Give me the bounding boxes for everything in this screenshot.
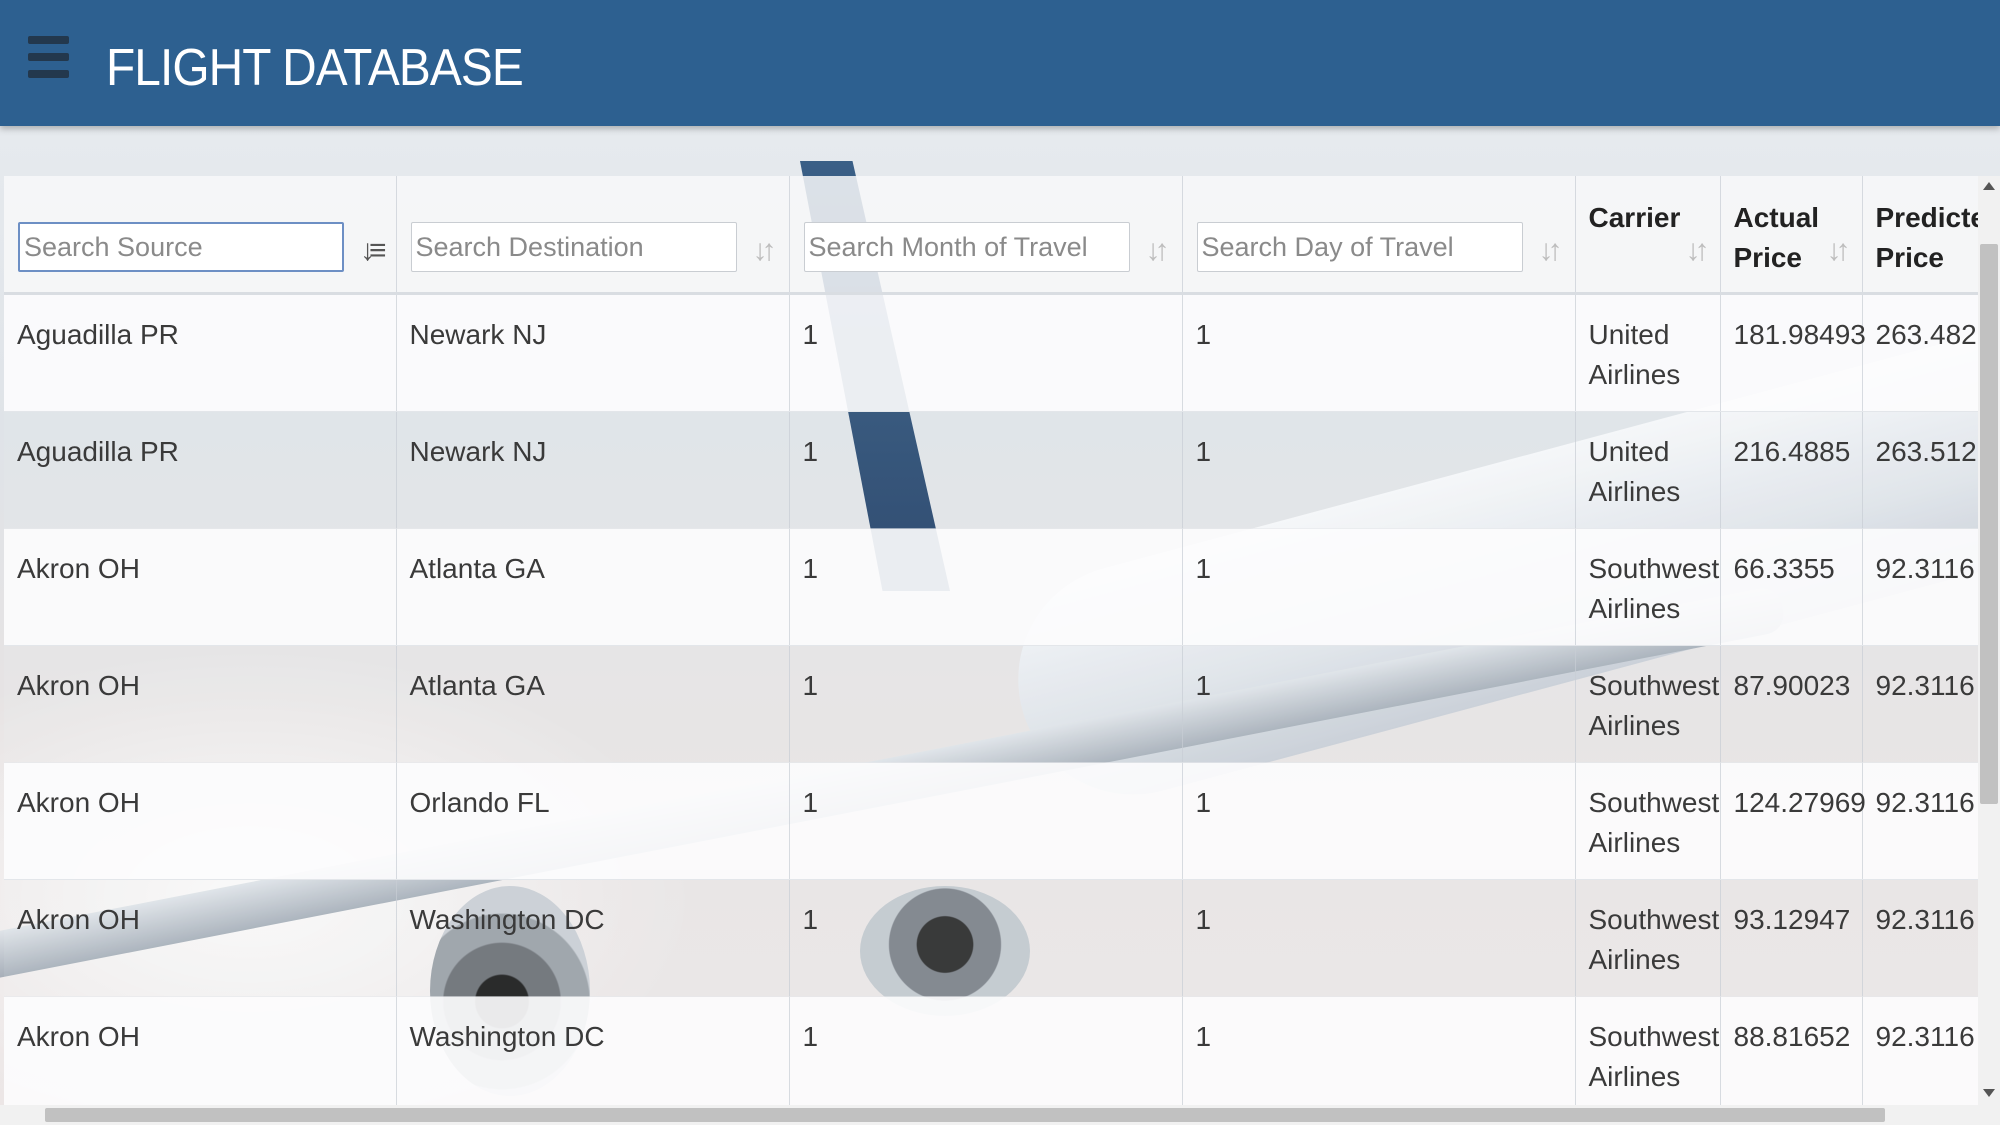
search-destination-input[interactable]	[410, 222, 737, 272]
cell-predicted-price: 92.3116	[1875, 787, 1975, 818]
cell-day: 1	[1195, 670, 1212, 701]
cell-predicted-price: 92.3116	[1875, 904, 1975, 935]
search-month-input[interactable]	[803, 222, 1130, 272]
cell-predicted-price: 263.5129	[1875, 436, 1979, 467]
cell-carrier: Southwest Airlines	[1588, 1021, 1720, 1092]
cell-month: 1	[802, 670, 819, 701]
scroll-up-icon[interactable]	[1983, 182, 1995, 190]
cell-source: Aguadilla PR	[17, 319, 179, 350]
table-row[interactable]: Akron OH Washington DC 1 1 Southwest Airl…	[4, 879, 1978, 997]
table-row[interactable]: Aguadilla PR Newark NJ 1 1 United Airline…	[4, 293, 1979, 412]
cell-destination: Atlanta GA	[409, 553, 545, 584]
cell-destination: Washington DC	[409, 1021, 605, 1052]
scroll-down-icon[interactable]	[1983, 1089, 1995, 1097]
search-source-input[interactable]	[18, 222, 344, 272]
cell-carrier: Southwest Airlines	[1588, 670, 1720, 741]
cell-day: 1	[1195, 904, 1212, 935]
cell-actual-price: 88.81652	[1733, 1021, 1851, 1052]
column-header-predicted-price[interactable]: PredictedPrice	[1862, 176, 1979, 295]
cell-actual-price: 87.90023	[1733, 670, 1851, 701]
cell-day: 1	[1195, 787, 1212, 818]
cell-month: 1	[802, 553, 819, 584]
cell-source: Akron OH	[17, 553, 140, 584]
cell-actual-price: 216.4885	[1733, 436, 1851, 467]
cell-day: 1	[1195, 553, 1212, 584]
table-row[interactable]: Akron OH Atlanta GA 1 1 Southwest Airline…	[4, 645, 1978, 763]
cell-day: 1	[1195, 319, 1212, 350]
cell-source: Akron OH	[17, 787, 140, 818]
sort-arrows-icon[interactable]: ↓↑	[1686, 236, 1714, 270]
cell-predicted-price: 92.3116	[1875, 670, 1975, 701]
sort-arrows-icon[interactable]: ↓↑	[1539, 236, 1567, 270]
cell-carrier: Southwest Airlines	[1588, 553, 1720, 624]
horizontal-scroll-thumb[interactable]	[45, 1108, 1885, 1122]
table-row[interactable]: Akron OH Orlando FL 1 1 Southwest Airline…	[4, 762, 1978, 880]
sort-arrows-icon[interactable]: ↓↑	[1146, 236, 1174, 270]
table-header-row: ↓≡ ↓↑ ↓↑ ↓↑ Carrier ↓↑	[4, 176, 1979, 295]
cell-month: 1	[802, 1021, 819, 1052]
table-row[interactable]: Akron OH Washington DC 1 1 Southwest Airl…	[4, 996, 1978, 1105]
vertical-scrollbar[interactable]	[1978, 176, 2000, 1105]
cell-day: 1	[1195, 436, 1212, 467]
cell-source: Akron OH	[17, 1021, 140, 1052]
cell-destination: Washington DC	[409, 904, 605, 935]
vertical-scroll-thumb[interactable]	[1980, 244, 1998, 804]
cell-source: Akron OH	[17, 670, 140, 701]
column-header-source: ↓≡	[4, 176, 397, 295]
page-title: FLIGHT DATABASE	[106, 39, 524, 97]
cell-day: 1	[1195, 1021, 1212, 1052]
search-day-input[interactable]	[1196, 222, 1523, 272]
cell-destination: Atlanta GA	[409, 670, 545, 701]
table-row[interactable]: Aguadilla PR Newark NJ 1 1 United Airline…	[4, 411, 1979, 529]
cell-carrier: United Airlines	[1588, 319, 1681, 390]
actual-price-header-label: Actual Price	[1733, 202, 1820, 273]
cell-destination: Newark NJ	[409, 319, 547, 350]
cell-carrier: Southwest Airlines	[1588, 904, 1720, 975]
column-header-actual-price[interactable]: Actual Price ↓↑	[1720, 176, 1863, 295]
cell-predicted-price: 92.3116	[1875, 1021, 1975, 1052]
flight-table: ↓≡ ↓↑ ↓↑ ↓↑ Carrier ↓↑	[4, 176, 1978, 1105]
app-header: FLIGHT DATABASE	[0, 0, 2000, 126]
cell-month: 1	[802, 319, 819, 350]
column-header-carrier[interactable]: Carrier ↓↑	[1575, 176, 1721, 295]
sort-ascending-icon[interactable]: ↓≡	[360, 236, 388, 270]
cell-predicted-price: 263.4828	[1875, 319, 1979, 350]
cell-carrier: United Airlines	[1588, 436, 1681, 507]
cell-month: 1	[802, 787, 819, 818]
cell-destination: Orlando FL	[409, 787, 550, 818]
column-header-month: ↓↑	[789, 176, 1183, 295]
table-row[interactable]: Akron OH Atlanta GA 1 1 Southwest Airline…	[4, 528, 1978, 646]
predicted-price-header-label: PredictedPrice	[1875, 202, 1979, 273]
cell-source: Akron OH	[17, 904, 140, 935]
sort-arrows-icon[interactable]: ↓↑	[1827, 236, 1855, 270]
cell-month: 1	[802, 436, 819, 467]
horizontal-scrollbar[interactable]	[0, 1105, 2000, 1125]
column-header-day: ↓↑	[1182, 176, 1576, 295]
cell-actual-price: 124.27969	[1733, 787, 1866, 818]
column-header-destination: ↓↑	[396, 176, 790, 295]
hamburger-menu-icon[interactable]	[28, 36, 72, 88]
cell-predicted-price: 92.3116	[1875, 553, 1975, 584]
cell-actual-price: 66.3355	[1733, 553, 1835, 584]
cell-source: Aguadilla PR	[17, 436, 179, 467]
cell-actual-price: 181.98493	[1733, 319, 1866, 350]
carrier-header-label: Carrier	[1588, 202, 1681, 233]
cell-month: 1	[802, 904, 819, 935]
cell-destination: Newark NJ	[409, 436, 547, 467]
cell-actual-price: 93.12947	[1733, 904, 1851, 935]
cell-carrier: Southwest Airlines	[1588, 787, 1720, 858]
sort-arrows-icon[interactable]: ↓↑	[753, 236, 781, 270]
